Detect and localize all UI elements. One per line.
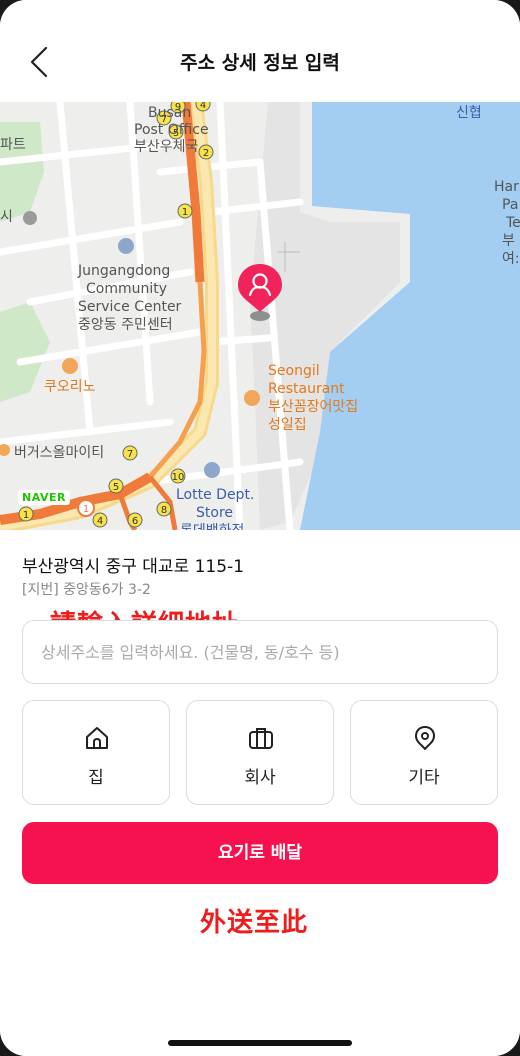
map-label-kuorino: 쿠오리노 [44, 379, 96, 395]
detail-address-input[interactable] [22, 620, 498, 684]
map-label-sinhyeop: 신협 [456, 105, 482, 121]
map-label-post-office-en-b: Post Office [134, 122, 209, 138]
map-label-right-1: Har [494, 179, 519, 195]
header: 주소 상세 정보 입력 [0, 0, 520, 104]
map-label-lotte-1: Lotte Dept. [176, 487, 255, 503]
type-button-home-label: 집 [88, 768, 104, 788]
annotation-deliver-hint: 外送至此 [200, 908, 309, 938]
svg-text:1: 1 [83, 504, 89, 515]
page-title: 주소 상세 정보 입력 [180, 52, 340, 74]
type-button-company-label: 회사 [244, 768, 276, 788]
map-label-right-2: Pa [502, 197, 519, 213]
map-label-burger: 버거스올마이티 [14, 445, 105, 461]
map-label-seongil-4: 성일집 [268, 417, 307, 433]
map-label-center-en-3: Service Center [78, 299, 182, 315]
svg-text:7: 7 [127, 449, 133, 460]
map-label-center-en-1: Jungangdong [78, 263, 171, 279]
svg-text:4: 4 [97, 516, 103, 527]
naver-logo: NAVER [18, 490, 70, 505]
svg-text:1: 1 [23, 510, 29, 521]
map-label-lotte-2: Store [196, 505, 234, 521]
svg-text:10: 10 [172, 472, 185, 483]
phone-screen: 주소 상세 정보 입력 9 4 7 5 2 1 7 10 5 8 1 4 6 1… [0, 0, 520, 1056]
map-label-right-3: Te [506, 215, 520, 231]
map-view[interactable]: 9 4 7 5 2 1 7 10 5 8 1 4 6 1 Busan Post … [0, 102, 520, 530]
jibun-address: [지번] 중앙동6가 3-2 [22, 582, 151, 598]
location-pin-icon [415, 726, 435, 750]
location-pin-marker [236, 262, 284, 322]
svg-text:2: 2 [203, 148, 209, 159]
map-label-post-office-ko: 부산우체국 [134, 139, 199, 155]
map-label-center-en-2: Community [86, 281, 168, 297]
svg-text:6: 6 [132, 516, 138, 527]
home-indicator[interactable] [168, 1040, 352, 1046]
map-label-right-4: 부 [502, 233, 515, 249]
svg-text:4: 4 [200, 102, 206, 111]
svg-text:8: 8 [161, 505, 167, 516]
home-icon [86, 727, 108, 749]
map-label-seongil-2: Restaurant [268, 381, 345, 397]
type-button-company[interactable]: 회사 [186, 700, 334, 805]
svg-text:5: 5 [113, 482, 119, 493]
map-label-left-si: 시 [0, 209, 13, 225]
map-label-seongil-1: Seongil [268, 363, 320, 379]
map-label-seongil-3: 부산꼼장어맛집 [268, 399, 359, 415]
type-button-other-label: 기타 [408, 768, 440, 788]
map-label-left-apt: 파트 [0, 137, 26, 153]
map-label-right-5: 여: [502, 251, 520, 267]
map-label-post-office-en-a: Busan [148, 105, 192, 121]
map-label-center-ko: 중앙동 주민센터 [78, 317, 173, 333]
deliver-here-button[interactable]: 요기로 배달 [22, 822, 498, 884]
road-address: 부산광역시 중구 대교로 115-1 [22, 557, 245, 577]
type-button-home[interactable]: 집 [22, 700, 170, 805]
type-button-other[interactable]: 기타 [350, 700, 498, 805]
map-pin-icon [238, 264, 282, 321]
briefcase-icon [249, 728, 273, 749]
svg-text:1: 1 [182, 207, 188, 218]
map-label-lotte-3: 롯데백화점 [180, 522, 244, 530]
address-sheet: 부산광역시 중구 대교로 115-1 [지번] 중앙동6가 3-2 請輸入詳細地… [0, 530, 520, 1056]
